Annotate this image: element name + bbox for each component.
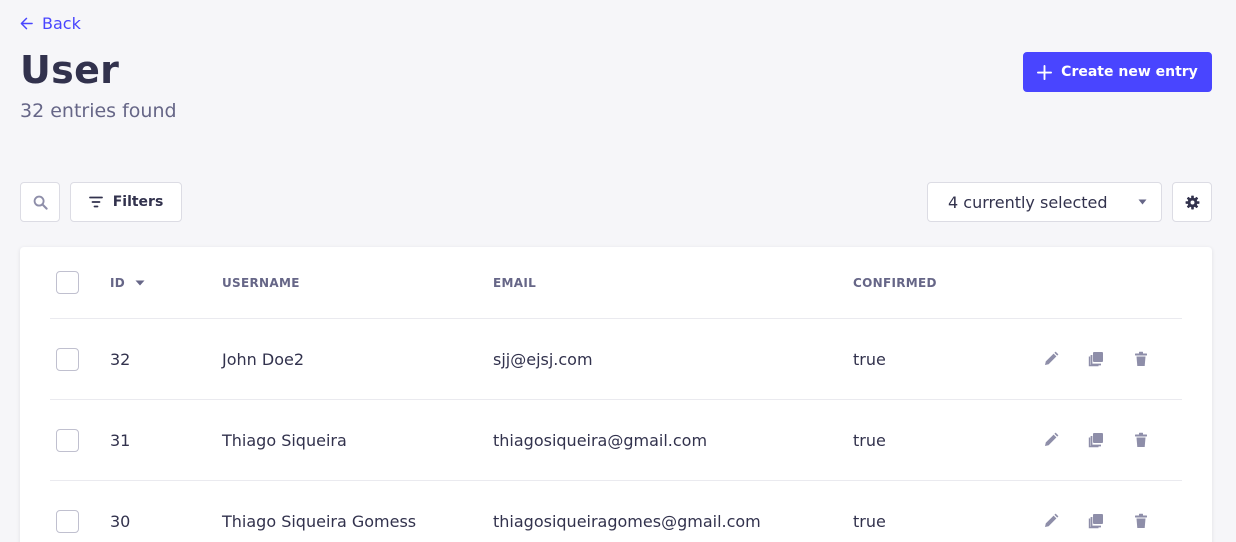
displayed-columns-value: 4 currently selected (948, 192, 1108, 212)
caret-down-icon (135, 280, 145, 285)
cell-confirmed: true (853, 349, 886, 369)
cell-username: John Doe2 (222, 349, 305, 369)
create-new-entry-button[interactable]: Create new entry (1023, 52, 1212, 92)
cell-email: thiagosiqueira@gmail.com (493, 430, 708, 450)
cell-confirmed: true (853, 511, 886, 531)
table-row[interactable]: 31 Thiago Siqueira thiagosiqueira@gmail.… (50, 400, 1182, 481)
row-actions (1043, 481, 1149, 542)
column-header-confirmed[interactable]: CONFIRMED (853, 247, 937, 318)
back-label: Back (42, 14, 81, 33)
pencil-icon[interactable] (1043, 432, 1059, 448)
search-button[interactable] (20, 182, 60, 222)
cell-username: Thiago Siqueira Gomess (222, 511, 417, 531)
row-checkbox[interactable] (56, 347, 79, 371)
duplicate-icon[interactable] (1088, 432, 1104, 448)
trash-icon[interactable] (1133, 351, 1149, 367)
back-link[interactable]: Back (20, 14, 81, 33)
gear-icon (1185, 195, 1199, 209)
caret-down-icon (1138, 199, 1147, 205)
table-header-row: ID USERNAME EMAIL CONFIRMED (50, 247, 1182, 319)
search-icon (33, 195, 48, 210)
filters-button[interactable]: Filters (70, 182, 182, 222)
displayed-columns-select[interactable]: 4 currently selected (927, 182, 1162, 222)
filter-icon (88, 196, 103, 208)
settings-button[interactable] (1172, 182, 1212, 222)
table-row[interactable]: 32 John Doe2 sjj@ejsj.com true (50, 319, 1182, 400)
entries-count: 32 entries found (20, 100, 177, 122)
duplicate-icon[interactable] (1088, 351, 1104, 367)
trash-icon[interactable] (1133, 432, 1149, 448)
create-new-entry-label: Create new entry (1061, 64, 1198, 80)
row-checkbox[interactable] (56, 509, 79, 533)
column-header-username[interactable]: USERNAME (222, 247, 300, 318)
column-header-id[interactable]: ID (110, 247, 145, 318)
row-checkbox[interactable] (56, 428, 79, 452)
column-header-id-label: ID (110, 275, 126, 290)
select-all-checkbox[interactable] (56, 271, 79, 294)
arrow-left-icon (20, 17, 33, 30)
cell-email: sjj@ejsj.com (493, 349, 593, 369)
filters-label: Filters (112, 194, 164, 210)
trash-icon[interactable] (1133, 513, 1149, 529)
column-header-email[interactable]: EMAIL (493, 247, 536, 318)
row-actions (1043, 319, 1149, 399)
cell-username: Thiago Siqueira (222, 430, 347, 450)
row-actions (1043, 400, 1149, 480)
content-manager-page: Back User 32 entries found Create new en… (0, 0, 1236, 542)
table-row[interactable]: 30 Thiago Siqueira Gomess thiagosiqueira… (50, 481, 1182, 542)
cell-confirmed: true (853, 430, 886, 450)
cell-email: thiagosiqueiragomes@gmail.com (493, 511, 761, 531)
cell-id: 30 (110, 511, 131, 531)
cell-id: 32 (110, 349, 131, 369)
plus-icon (1037, 64, 1053, 80)
page-title: User (20, 48, 120, 92)
entries-table: ID USERNAME EMAIL CONFIRMED 32 John Doe2… (20, 247, 1212, 542)
pencil-icon[interactable] (1043, 351, 1059, 367)
cell-id: 31 (110, 430, 131, 450)
pencil-icon[interactable] (1043, 513, 1059, 529)
duplicate-icon[interactable] (1088, 513, 1104, 529)
